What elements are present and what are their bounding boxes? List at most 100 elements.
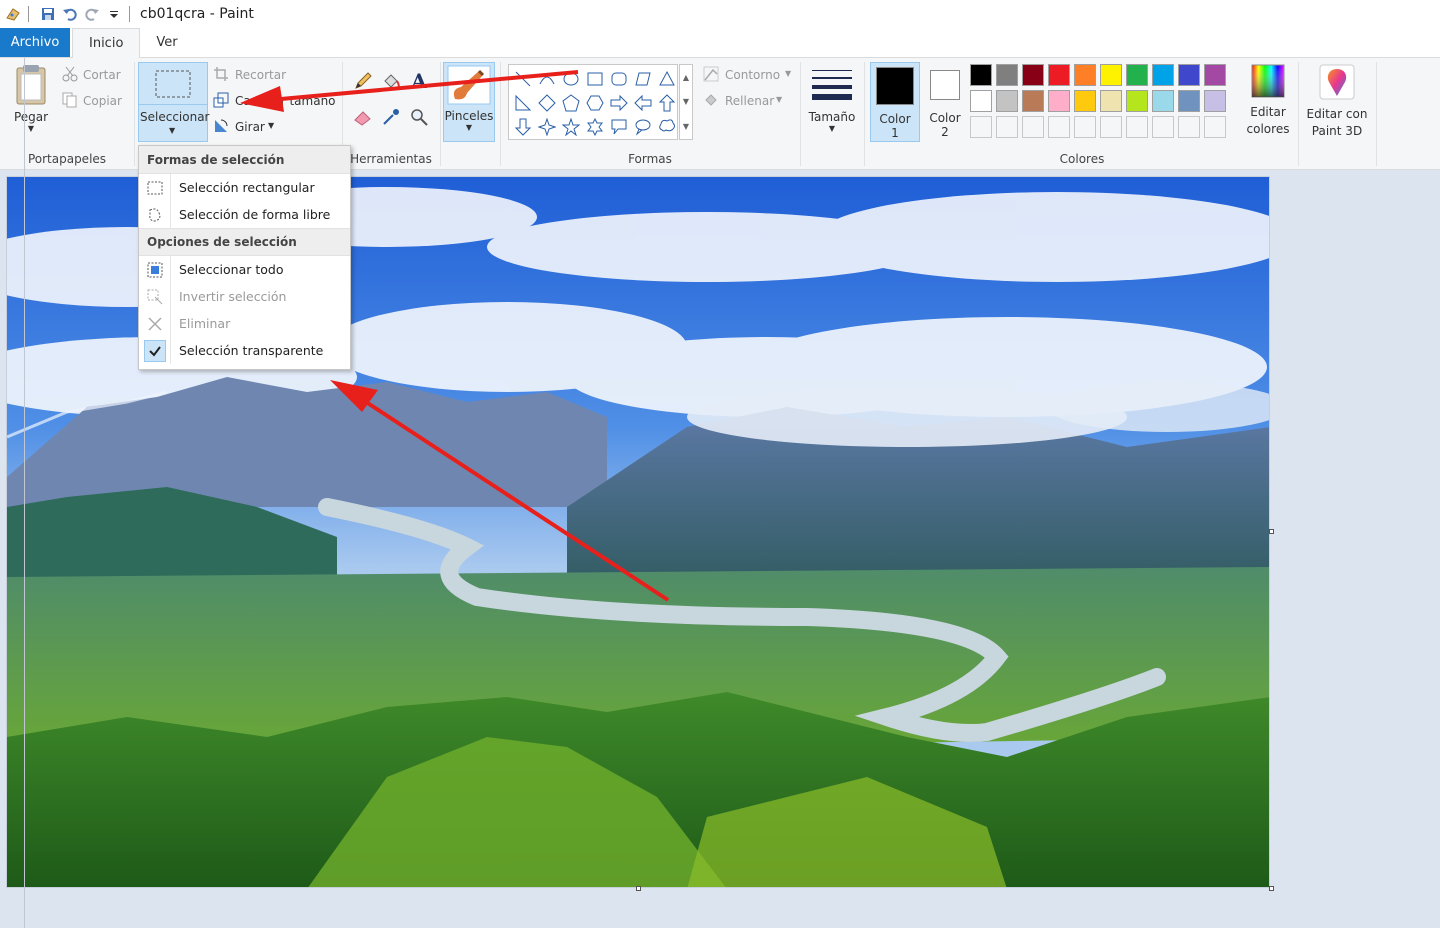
custom-color-slot[interactable]	[1204, 116, 1226, 138]
cloud-callout-shape-icon[interactable]	[655, 115, 679, 139]
tab-home[interactable]: Inicio	[72, 28, 141, 58]
resize-handle-corner[interactable]	[1269, 886, 1274, 891]
paste-button[interactable]: Pegar ▼	[8, 64, 54, 144]
color-swatch[interactable]	[1048, 64, 1070, 86]
color-swatch[interactable]	[1204, 90, 1226, 112]
color-swatch[interactable]	[1022, 90, 1044, 112]
color-swatch[interactable]	[1074, 90, 1096, 112]
fill-button[interactable]: Rellenar	[725, 94, 774, 108]
color-swatch[interactable]	[1048, 90, 1070, 112]
outline-button[interactable]: Contorno	[725, 68, 780, 82]
oval-callout-shape-icon[interactable]	[631, 115, 655, 139]
pentagon-shape-icon[interactable]	[559, 91, 583, 115]
edit-colors-button[interactable]: Editar colores	[1242, 64, 1294, 144]
right-triangle-shape-icon[interactable]	[511, 91, 535, 115]
brush-icon	[447, 65, 491, 105]
six-point-star-shape-icon[interactable]	[583, 115, 607, 139]
five-point-star-shape-icon[interactable]	[559, 115, 583, 139]
custom-color-slot[interactable]	[996, 116, 1018, 138]
redo-icon[interactable]	[83, 5, 101, 23]
color-swatch[interactable]	[996, 64, 1018, 86]
rectangle-shape-icon[interactable]	[583, 67, 607, 91]
custom-color-slot[interactable]	[970, 116, 992, 138]
custom-color-slot[interactable]	[1074, 116, 1096, 138]
color-swatch[interactable]	[1152, 64, 1174, 86]
polygon-shape-icon[interactable]	[631, 67, 655, 91]
shapes-scrollbar[interactable]: ▲ ▼ ▼	[679, 64, 693, 140]
cut-button[interactable]: Cortar	[83, 68, 121, 82]
rotate-button[interactable]: Girar	[235, 120, 265, 134]
color-swatch[interactable]	[970, 64, 992, 86]
magnifier-icon[interactable]	[408, 106, 430, 128]
expand-gallery-icon[interactable]: ▼	[683, 122, 689, 131]
color-swatch[interactable]	[1178, 90, 1200, 112]
color-swatch[interactable]	[1022, 64, 1044, 86]
customize-quick-access-icon[interactable]	[105, 5, 123, 23]
custom-color-slot[interactable]	[1100, 116, 1122, 138]
scroll-up-icon[interactable]: ▲	[683, 73, 689, 82]
diamond-shape-icon[interactable]	[535, 91, 559, 115]
oval-shape-icon[interactable]	[559, 67, 583, 91]
color-swatch[interactable]	[1152, 90, 1174, 112]
custom-color-slot[interactable]	[1022, 116, 1044, 138]
hexagon-shape-icon[interactable]	[583, 91, 607, 115]
text-tool-icon[interactable]: A	[408, 69, 430, 93]
menu-item-select-all[interactable]: Seleccionar todo	[139, 256, 350, 283]
color-swatch[interactable]	[996, 90, 1018, 112]
line-shape-icon[interactable]	[511, 67, 535, 91]
menu-item-delete[interactable]: Eliminar	[139, 310, 350, 337]
triangle-shape-icon[interactable]	[655, 67, 679, 91]
left-arrow-shape-icon[interactable]	[631, 91, 655, 115]
down-arrow-shape-icon[interactable]	[511, 115, 535, 139]
custom-color-slot[interactable]	[1048, 116, 1070, 138]
four-point-star-shape-icon[interactable]	[535, 115, 559, 139]
menu-item-rect-select[interactable]: Selección rectangular	[139, 174, 350, 201]
divider	[440, 62, 441, 166]
pencil-icon[interactable]	[352, 70, 374, 92]
custom-color-slot[interactable]	[1178, 116, 1200, 138]
brushes-button[interactable]: Pinceles ▼	[443, 62, 495, 142]
right-arrow-shape-icon[interactable]	[607, 91, 631, 115]
menu-header-options: Opciones de selección	[139, 228, 350, 256]
fill-bucket-icon[interactable]	[380, 70, 402, 92]
color-swatch[interactable]	[1074, 64, 1096, 86]
color1-button[interactable]: Color 1	[870, 62, 920, 142]
resize-handle-bottom[interactable]	[636, 886, 641, 891]
paint-app-icon[interactable]	[4, 5, 22, 23]
up-arrow-shape-icon[interactable]	[655, 91, 679, 115]
eraser-icon[interactable]	[352, 106, 374, 128]
size-button[interactable]: Tamaño ▼	[806, 64, 858, 144]
color-picker-icon[interactable]	[380, 106, 402, 128]
edit-paint3d-button[interactable]: Editar con Paint 3D	[1302, 64, 1372, 144]
shapes-gallery[interactable]	[508, 64, 678, 140]
color-swatch[interactable]	[1178, 64, 1200, 86]
color-swatch[interactable]	[1100, 64, 1122, 86]
resize-handle-right[interactable]	[1269, 529, 1274, 534]
color-swatch[interactable]	[1204, 64, 1226, 86]
line-width-icon	[812, 70, 852, 100]
scroll-down-icon[interactable]: ▼	[683, 97, 689, 106]
menu-item-invert-selection[interactable]: Invertir selección	[139, 283, 350, 310]
crop-button[interactable]: Recortar	[235, 68, 286, 82]
rect-callout-shape-icon[interactable]	[607, 115, 631, 139]
custom-color-slot[interactable]	[1126, 116, 1148, 138]
menu-item-transparent-selection[interactable]: Selección transparente	[139, 337, 350, 364]
copy-button[interactable]: Copiar	[83, 94, 122, 108]
crop-icon	[212, 66, 230, 82]
undo-icon[interactable]	[61, 5, 79, 23]
menu-item-freeform-select[interactable]: Selección de forma libre	[139, 201, 350, 228]
color-swatch[interactable]	[1100, 90, 1122, 112]
tab-view[interactable]: Ver	[140, 28, 193, 57]
custom-color-slot[interactable]	[1152, 116, 1174, 138]
save-icon[interactable]	[39, 5, 57, 23]
curve-shape-icon[interactable]	[535, 67, 559, 91]
color-swatch[interactable]	[1126, 90, 1148, 112]
color-swatch[interactable]	[970, 90, 992, 112]
color2-button[interactable]: Color 2	[922, 62, 968, 142]
resize-button[interactable]: Cambiar tamaño	[235, 94, 336, 108]
menu-item-label: Seleccionar todo	[179, 262, 284, 277]
rounded-rectangle-shape-icon[interactable]	[607, 67, 631, 91]
divider	[500, 62, 501, 166]
color-swatch[interactable]	[1126, 64, 1148, 86]
tab-file[interactable]: Archivo	[0, 28, 70, 57]
